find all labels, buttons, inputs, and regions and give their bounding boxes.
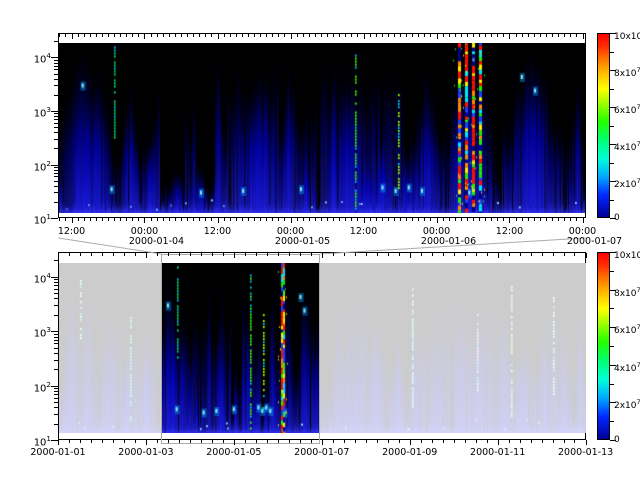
x-tick-label: 2000-01-11 [470,448,525,458]
x-tick-label: 12:00 [350,227,377,237]
detail-spectrogram-image[interactable] [59,43,585,213]
x-tick-label: 12:00 [496,227,523,237]
colorbar-tick-label: 8x107 [614,285,640,299]
x-tick-label: 2000-01-13 [558,448,613,458]
x-tick-label: 12:00 [204,227,231,237]
context-dimmed-region-left [59,263,161,433]
colorbar-tick-label: 8x107 [614,65,640,79]
detail-colorbar [597,33,610,218]
x-tick-date-label: 2000-01-05 [275,237,330,247]
x-tick-date-label: 2000-01-06 [421,237,476,247]
x-tick-date-label: 2000-01-07 [567,237,622,247]
y-tick-label: 104 [14,51,51,65]
zoom-selection-box[interactable] [161,254,320,444]
x-tick-label: 2000-01-05 [206,448,261,458]
y-tick-label: 102 [14,159,51,173]
x-tick-label: 12:00 [58,227,85,237]
y-tick-label: 101 [14,434,51,448]
context-colorbar [597,252,610,440]
y-tick-label: 103 [14,325,51,339]
colorbar-tick-label: 2x107 [614,397,640,411]
x-tick-label: 2000-01-01 [30,448,85,458]
y-tick-label: 102 [14,380,51,394]
colorbar-tick-label: 4x107 [614,139,640,153]
y-tick-label: 103 [14,105,51,119]
spectrogram-figure: 12:0000:002000-01-0412:0000:002000-01-05… [0,0,640,480]
colorbar-tick-label: 0 [614,213,620,223]
colorbar-tick-label: 2x107 [614,176,640,190]
colorbar-tick-label: 10x107 [614,247,640,261]
x-tick-label: 2000-01-03 [118,448,173,458]
colorbar-tick-label: 10x107 [614,28,640,42]
colorbar-tick-label: 0 [614,435,620,445]
y-tick-label: 101 [14,212,51,226]
x-tick-label: 2000-01-07 [294,448,349,458]
colorbar-tick-label: 6x107 [614,102,640,116]
x-tick-date-label: 2000-01-04 [129,237,184,247]
x-tick-label: 2000-01-09 [382,448,437,458]
y-tick-label: 104 [14,271,51,285]
colorbar-tick-label: 6x107 [614,322,640,336]
context-dimmed-region-right [320,263,586,433]
colorbar-tick-label: 4x107 [614,360,640,374]
